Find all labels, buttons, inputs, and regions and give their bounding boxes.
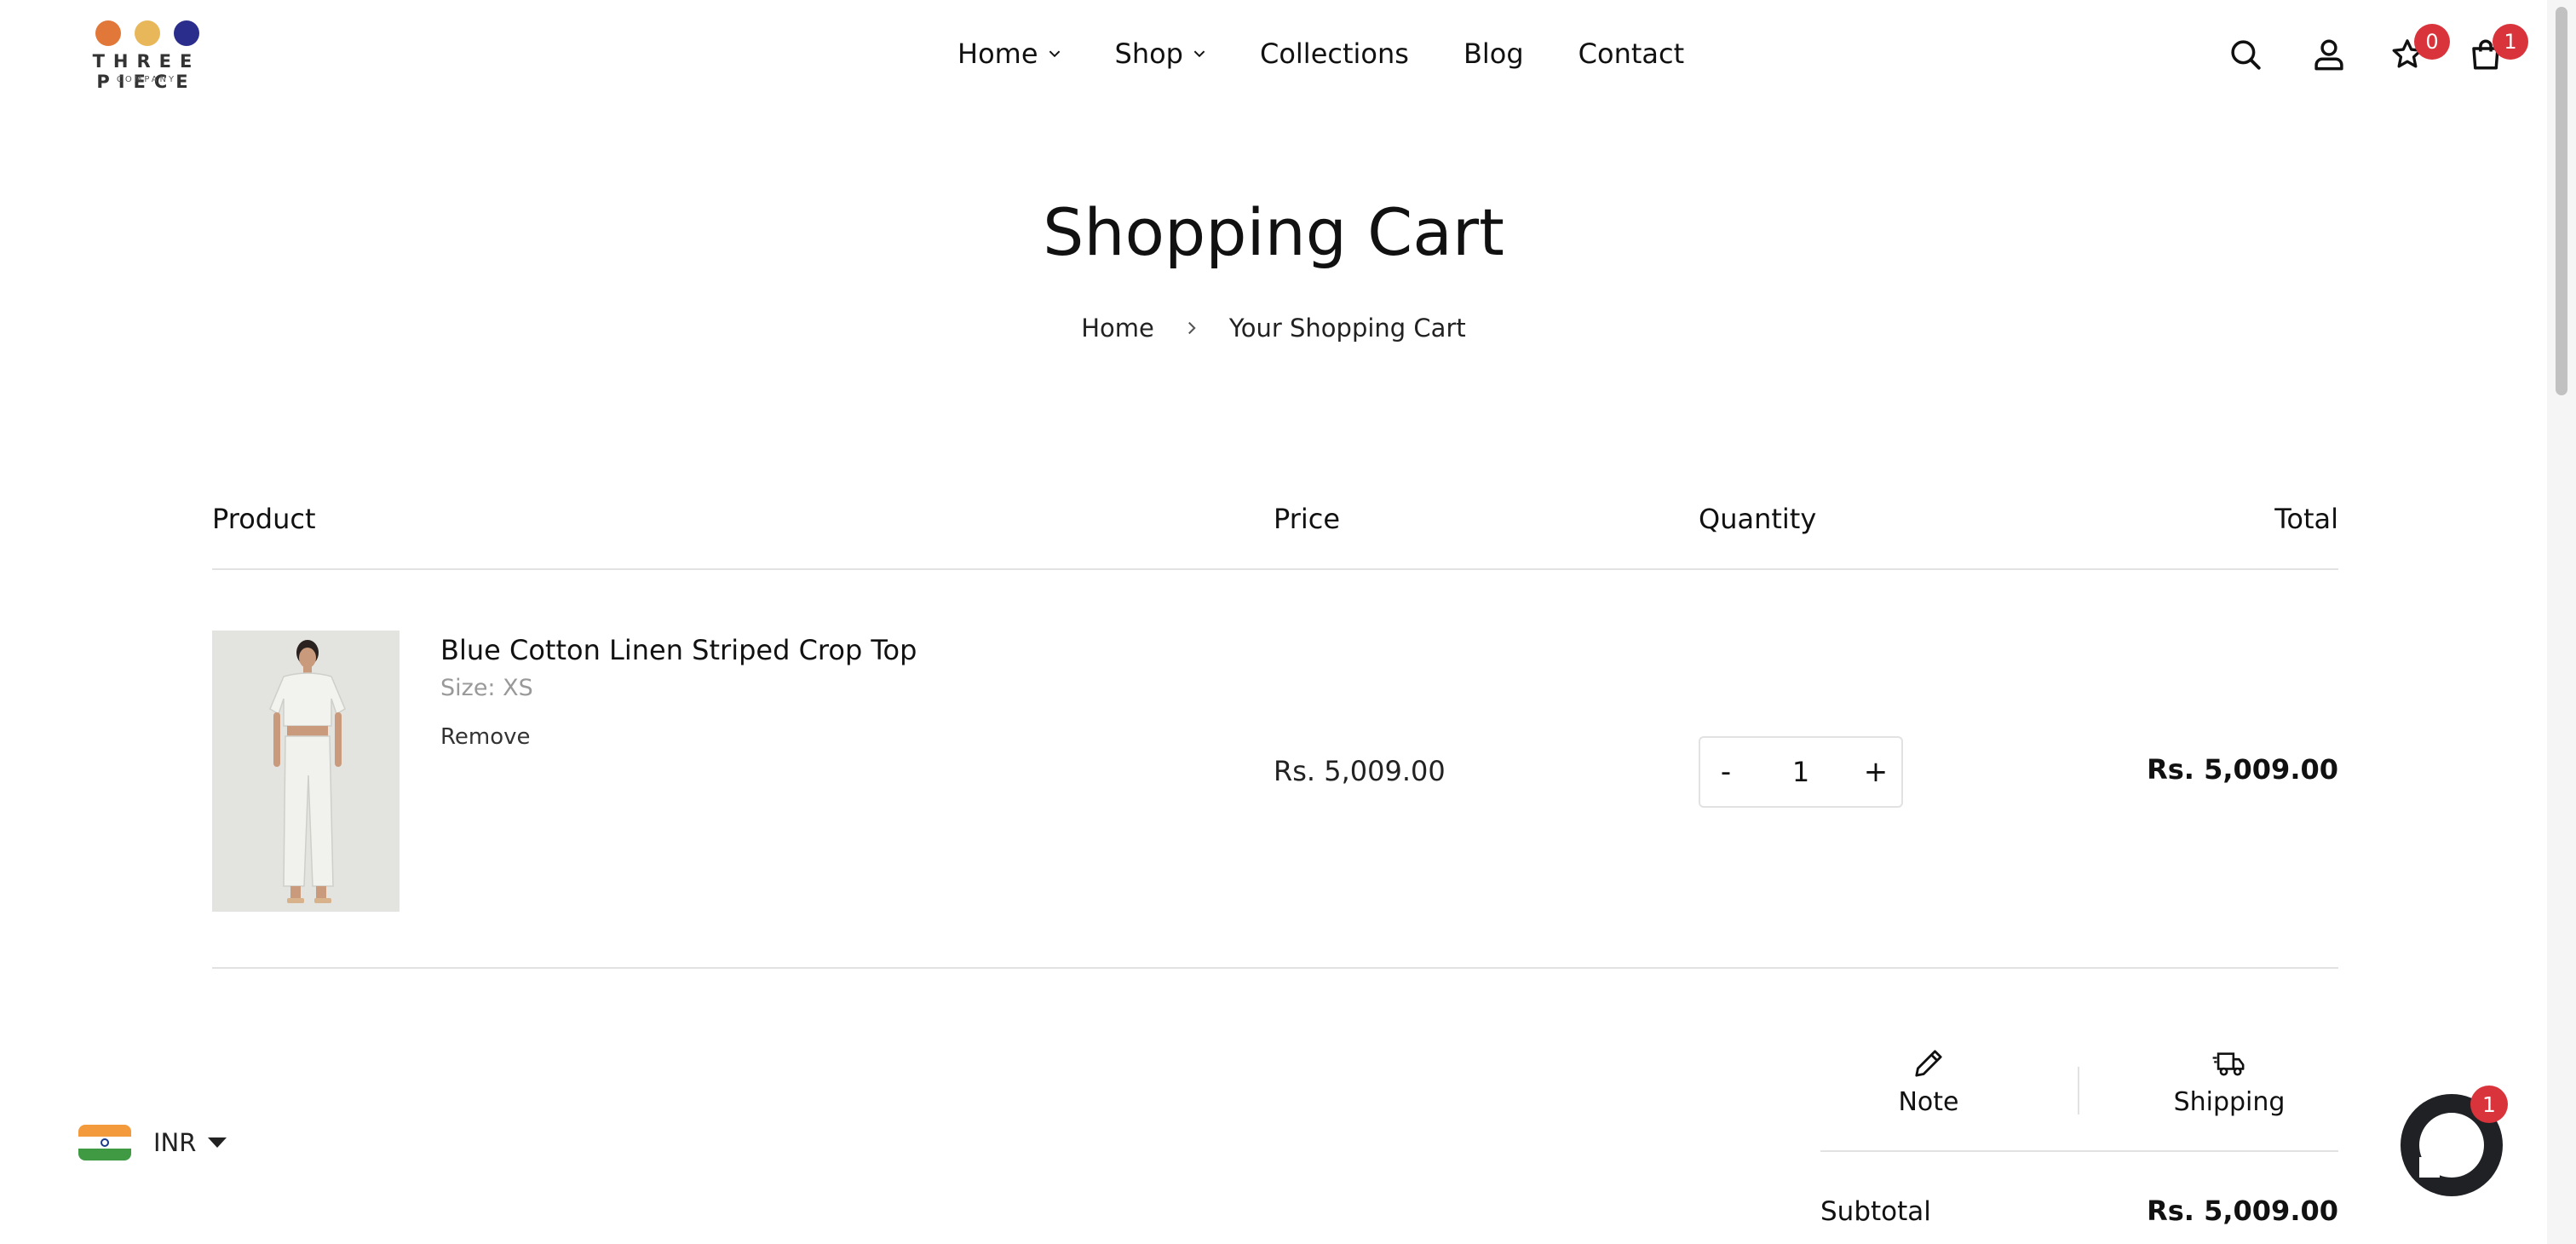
chevron-right-icon: [1187, 321, 1196, 335]
caret-down-icon: [208, 1137, 227, 1148]
quantity-decrease-button[interactable]: -: [1700, 738, 1751, 806]
logo-wordmark: THREE PIECE: [92, 51, 201, 92]
logo-dot-blue: [174, 20, 199, 46]
wishlist-count-badge: 0: [2414, 24, 2450, 60]
nav-item-blog[interactable]: Blog: [1463, 37, 1524, 70]
nav-label: Shop: [1114, 37, 1183, 70]
flag-band-green: [78, 1149, 131, 1160]
wishlist-button[interactable]: 0: [2383, 24, 2450, 78]
nav-item-shop[interactable]: Shop: [1115, 37, 1205, 70]
cart-button[interactable]: 1: [2462, 24, 2528, 78]
breadcrumb-home-link[interactable]: Home: [1081, 314, 1154, 343]
logo-dot-yellow: [135, 20, 160, 46]
unit-price: Rs. 5,009.00: [1274, 755, 1446, 787]
main-nav: Home Shop Collections Blog Contact: [957, 32, 1684, 75]
column-header-price: Price: [1274, 503, 1341, 535]
breadcrumb: Home Your Shopping Cart: [0, 314, 2547, 343]
chat-bubble-tail: [2419, 1157, 2440, 1178]
account-button[interactable]: [2305, 31, 2353, 78]
column-header-product: Product: [212, 503, 316, 535]
quantity-increase-button[interactable]: +: [1850, 738, 1901, 806]
product-image[interactable]: [212, 631, 400, 912]
currency-code: INR: [153, 1128, 197, 1157]
note-label: Note: [1898, 1087, 1959, 1117]
search-button[interactable]: [2222, 31, 2269, 78]
flag-band-white: [78, 1137, 131, 1149]
nav-label: Home: [957, 37, 1038, 70]
summary-divider: [1820, 1150, 2338, 1152]
breadcrumb-current: Your Shopping Cart: [1228, 314, 1466, 343]
shipping-button[interactable]: Shipping: [2127, 1046, 2332, 1117]
site-header: THREE PIECE COMPANY Home Shop Collection…: [0, 0, 2547, 107]
quantity-stepper: - +: [1699, 736, 1903, 808]
chat-unread-badge: 1: [2470, 1086, 2508, 1123]
nav-item-contact[interactable]: Contact: [1578, 37, 1685, 70]
chevron-down-icon: [1193, 50, 1205, 58]
ashoka-chakra-icon: [101, 1138, 109, 1147]
nav-item-collections[interactable]: Collections: [1260, 37, 1409, 70]
table-header-divider: [212, 568, 2338, 570]
nav-label: Collections: [1259, 37, 1409, 70]
line-total: Rs. 5,009.00: [2147, 753, 2338, 786]
shipping-label: Shipping: [2173, 1087, 2286, 1117]
brand-logo[interactable]: THREE PIECE COMPANY: [55, 20, 239, 92]
logo-tagline: COMPANY: [116, 75, 177, 84]
product-name-link[interactable]: Blue Cotton Linen Striped Crop Top: [440, 634, 917, 666]
india-flag-icon: [78, 1125, 131, 1160]
summary-tools-divider: [2078, 1067, 2079, 1114]
subtotal-value: Rs. 5,009.00: [2147, 1195, 2338, 1227]
logo-dots: [95, 20, 206, 48]
nav-item-home[interactable]: Home: [957, 37, 1061, 70]
column-header-total: Total: [2274, 503, 2338, 535]
nav-label: Contact: [1578, 37, 1685, 70]
product-variant: Size: XS: [440, 675, 533, 701]
quantity-input[interactable]: [1758, 756, 1843, 788]
pencil-icon: [1915, 1050, 1942, 1077]
cart-items-divider: [212, 967, 2338, 969]
nav-label: Blog: [1463, 37, 1524, 70]
logo-dot-orange: [95, 20, 121, 46]
user-icon: [2314, 39, 2343, 71]
scrollbar-thumb[interactable]: [2556, 7, 2567, 395]
remove-item-link[interactable]: Remove: [440, 724, 531, 750]
page-scrollbar[interactable]: [2547, 0, 2576, 1244]
column-header-quantity: Quantity: [1699, 503, 1817, 535]
subtotal-label: Subtotal: [1820, 1196, 1931, 1227]
delivery-truck-icon: [2212, 1052, 2245, 1076]
note-button[interactable]: Note: [1826, 1046, 2031, 1117]
currency-selector[interactable]: INR: [78, 1123, 227, 1162]
flag-band-saffron: [78, 1125, 131, 1137]
product-photo: [212, 631, 400, 912]
search-icon: [2231, 40, 2261, 70]
chevron-down-icon: [1049, 50, 1060, 58]
cart-count-badge: 1: [2493, 24, 2528, 60]
page-title: Shopping Cart: [1043, 194, 1504, 270]
